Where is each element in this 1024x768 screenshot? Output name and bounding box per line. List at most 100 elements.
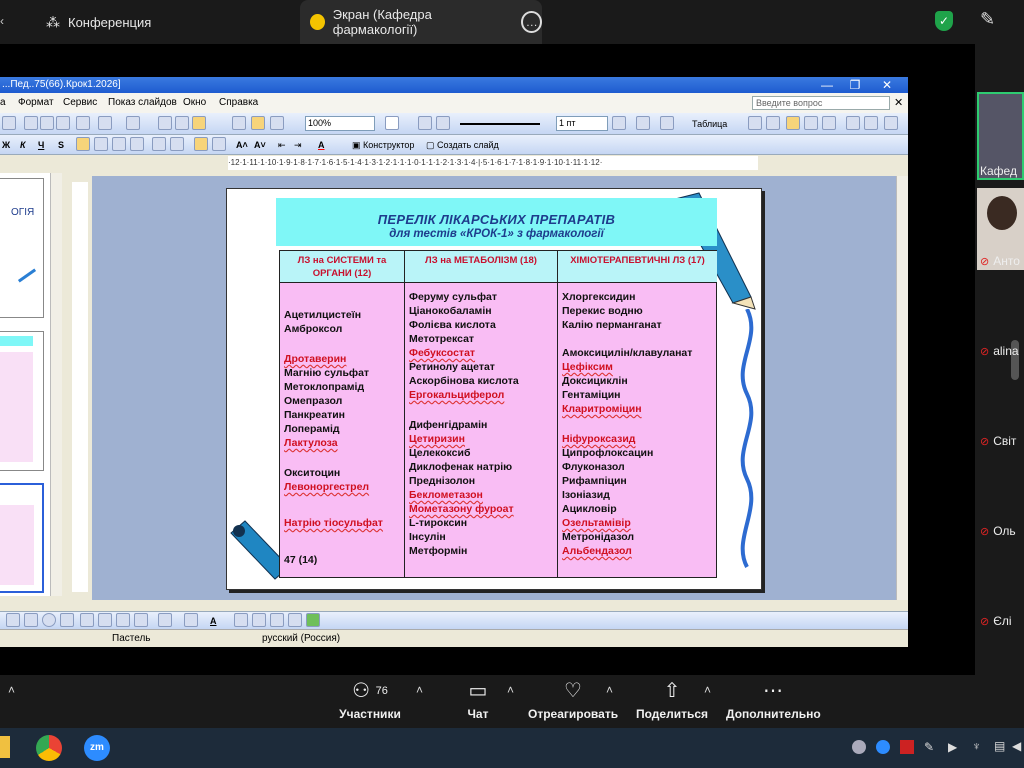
format-painter-icon[interactable]	[76, 116, 90, 130]
menu-item-window[interactable]: Окно	[183, 97, 206, 108]
shadow-style-icon[interactable]	[288, 613, 302, 627]
thumbnails-scrollbar[interactable]	[50, 173, 62, 596]
distribute-cols-icon[interactable]	[864, 116, 878, 130]
menu-item-format[interactable]: Формат	[18, 97, 54, 108]
zoom-select[interactable]: 100%	[305, 116, 375, 131]
mic-tray-icon[interactable]: ✎	[924, 740, 934, 754]
paste-icon[interactable]	[56, 116, 70, 130]
chevron-up-icon[interactable]: ˄	[507, 683, 514, 697]
shadow-icon[interactable]: S	[58, 137, 64, 153]
increase-indent-icon[interactable]: ⇥	[294, 137, 302, 153]
arrow-style-icon[interactable]	[270, 613, 284, 627]
close-button[interactable]: ✕	[872, 77, 902, 93]
vertical-ruler[interactable]	[72, 182, 88, 592]
maximize-button[interactable]: ❐	[840, 77, 870, 93]
dash-style-icon[interactable]	[252, 613, 266, 627]
fill-color-icon[interactable]	[660, 116, 674, 130]
tab-conference[interactable]: ⁂ Конференция	[46, 0, 151, 44]
line-style-selector[interactable]	[460, 123, 540, 125]
decrease-font-icon[interactable]: A˅	[254, 137, 266, 153]
italic-icon[interactable]: К	[20, 137, 26, 153]
usb-tray-icon[interactable]: ♆	[972, 739, 981, 753]
eraser-icon[interactable]	[436, 116, 450, 130]
table-icon[interactable]	[175, 116, 189, 130]
picture-icon[interactable]	[134, 613, 148, 627]
font-color-icon[interactable]: A	[318, 137, 325, 153]
color-grayscale-icon[interactable]	[270, 116, 284, 130]
help-search-input[interactable]: Введите вопрос	[752, 96, 890, 110]
tables-borders-icon[interactable]	[192, 116, 206, 130]
align-bottom-icon[interactable]	[822, 116, 836, 130]
align-left-icon[interactable]	[76, 137, 90, 151]
participants-button[interactable]: ⚇ 76 Участники	[336, 679, 404, 721]
chrome-icon[interactable]	[36, 735, 62, 761]
menu-item[interactable]: а	[0, 97, 6, 108]
cut-icon[interactable]	[24, 116, 38, 130]
react-button[interactable]: ♡ Отреагировать	[528, 679, 618, 721]
numbering-icon[interactable]	[152, 137, 166, 151]
underline-icon[interactable]: Ч	[38, 137, 44, 153]
chevron-up-icon[interactable]: ˄	[416, 683, 423, 697]
chevron-up-icon[interactable]: ˄	[606, 683, 613, 697]
pencil-icon[interactable]: ✎	[980, 9, 995, 30]
justify-icon[interactable]	[130, 137, 144, 151]
arrow-tool-icon[interactable]	[6, 613, 20, 627]
chat-button[interactable]: ▭ Чат	[458, 679, 498, 721]
slide-thumbnail-selected[interactable]	[0, 483, 44, 593]
fill-effects-icon[interactable]	[884, 116, 898, 130]
bold-icon[interactable]: Ж	[2, 137, 10, 153]
undo-icon[interactable]	[98, 116, 112, 130]
menu-item-service[interactable]: Сервис	[63, 97, 97, 108]
menu-item-slideshow[interactable]: Показ слайдов	[108, 97, 177, 108]
draw-table-icon[interactable]	[418, 116, 432, 130]
chart-icon[interactable]	[158, 116, 172, 130]
line-color-icon[interactable]	[184, 613, 198, 627]
wordart-icon[interactable]	[80, 613, 94, 627]
redo-icon[interactable]	[126, 116, 140, 130]
vertical-scrollbar[interactable]	[896, 176, 908, 600]
align-top-icon[interactable]	[786, 116, 800, 130]
print-icon[interactable]	[2, 116, 16, 130]
copy-icon[interactable]	[40, 116, 54, 130]
more-button[interactable]: ⋯ Дополнительно	[726, 679, 821, 721]
slide-thumbnail[interactable]: ОГІЯ	[0, 178, 44, 318]
chevron-left-icon[interactable]: ‹	[0, 14, 4, 28]
chevron-up-icon[interactable]: ˄	[704, 683, 711, 697]
3d-style-icon[interactable]	[306, 613, 320, 627]
zoom-app-icon[interactable]: zm	[84, 735, 110, 761]
font-color-draw-icon[interactable]: A	[210, 613, 217, 629]
more-icon[interactable]: …	[521, 11, 543, 33]
distribute-rows-icon[interactable]	[846, 116, 860, 130]
skype-tray-icon[interactable]	[852, 740, 866, 754]
design-button[interactable]: ▣ Конструктор	[352, 137, 414, 153]
fill-bucket-icon[interactable]	[158, 613, 172, 627]
textbox-tool-icon[interactable]	[60, 613, 74, 627]
diagram-icon[interactable]	[98, 613, 112, 627]
zoom-tray-icon[interactable]	[876, 740, 890, 754]
merge-cells-icon[interactable]	[766, 116, 780, 130]
chevron-up-icon[interactable]: ˄	[8, 683, 15, 697]
new-slide-button[interactable]: ▢ Создать слайд	[426, 137, 499, 153]
tab-screen-share[interactable]: Экран (Кафедра фармакології) …	[300, 0, 543, 44]
minimize-button[interactable]: —	[812, 77, 842, 93]
line-style-icon[interactable]	[234, 613, 248, 627]
expand-icon[interactable]	[232, 116, 246, 130]
video-tray-icon[interactable]: ▶	[948, 740, 957, 754]
rtl-icon[interactable]	[212, 137, 226, 151]
grid-icon[interactable]	[251, 116, 265, 130]
line-weight-select[interactable]: 1 пт	[556, 116, 608, 131]
horizontal-ruler[interactable]: ·12·1·11·1·10·1·9·1·8·1·7·1·6·1·5·1·4·1·…	[228, 156, 758, 170]
share-button[interactable]: ⇧ Поделиться	[636, 679, 708, 721]
file-explorer-icon[interactable]	[0, 736, 10, 758]
close-doc-icon[interactable]: ✕	[894, 96, 903, 109]
network-tray-icon[interactable]: ▤	[994, 739, 1005, 753]
slide-title-box[interactable]: ПЕРЕЛІК ЛІКАРСЬКИХ ПРЕПАРАТІВ для тестів…	[276, 198, 717, 246]
increase-font-icon[interactable]: A˄	[236, 137, 248, 153]
clipart-icon[interactable]	[116, 613, 130, 627]
align-right-icon[interactable]	[112, 137, 126, 151]
volume-tray-icon[interactable]: ◀	[1012, 739, 1021, 753]
align-center-icon[interactable]	[804, 116, 818, 130]
table-menu-button[interactable]: Таблица	[692, 116, 727, 132]
ltr-icon[interactable]	[194, 137, 208, 151]
borders-icon[interactable]	[636, 116, 650, 130]
